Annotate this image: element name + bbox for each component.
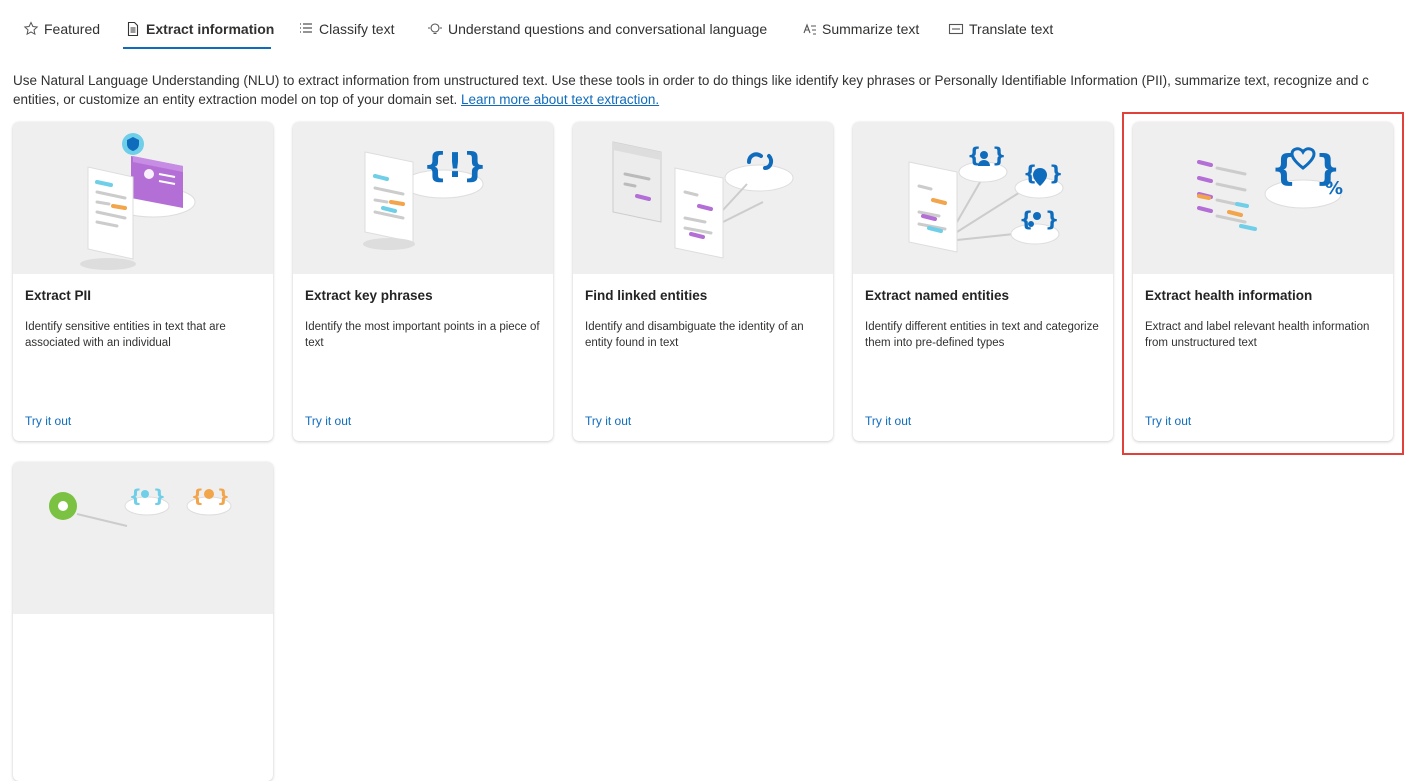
highlight-box bbox=[1122, 112, 1404, 455]
document-icon bbox=[127, 21, 139, 37]
card-title: Extract key phrases bbox=[305, 288, 433, 303]
svg-text:{: { bbox=[1019, 207, 1033, 231]
tab-label: Summarize text bbox=[822, 21, 920, 37]
svg-text:}: } bbox=[1045, 207, 1059, 231]
named-entities-illustration-icon: { } { } { } bbox=[908, 143, 1064, 253]
svg-text:{!}: {!} bbox=[423, 146, 487, 186]
intro-line-2: entities, or customize an entity extract… bbox=[13, 92, 458, 107]
card-partial[interactable]: { } { } bbox=[13, 462, 273, 781]
tab-understand-questions[interactable]: Understand questions and conversational … bbox=[427, 18, 767, 40]
tab-extract-information[interactable]: Extract information bbox=[125, 18, 274, 40]
list-icon bbox=[300, 23, 312, 33]
intro-line-1: Use Natural Language Understanding (NLU)… bbox=[13, 73, 1369, 88]
star-icon bbox=[23, 21, 39, 36]
key-phrases-illustration-icon: {!} bbox=[363, 146, 487, 250]
card-illustration: {!} bbox=[293, 122, 553, 274]
tab-summarize-text[interactable]: Summarize text bbox=[801, 18, 919, 40]
svg-text:}: } bbox=[992, 143, 1006, 167]
card-illustration bbox=[573, 122, 833, 274]
svg-text:}: } bbox=[217, 486, 230, 507]
tab-label: Classify text bbox=[319, 21, 395, 37]
card-description: Identify and disambiguate the identity o… bbox=[585, 321, 804, 349]
tab-featured[interactable]: Featured bbox=[23, 18, 100, 40]
active-tab-indicator bbox=[123, 47, 271, 49]
card-title: Extract named entities bbox=[865, 288, 1010, 303]
card-find-linked-entities[interactable]: Find linked entities Identify and disamb… bbox=[573, 122, 833, 441]
card-description: Identify the most important points in a … bbox=[305, 321, 540, 349]
try-it-out-link[interactable]: Try it out bbox=[585, 414, 631, 428]
try-it-out-link[interactable]: Try it out bbox=[305, 414, 351, 428]
card-title: Find linked entities bbox=[585, 288, 708, 303]
card-description: Identify different entities in text and … bbox=[865, 321, 1099, 349]
pii-illustration-icon bbox=[80, 133, 196, 270]
learn-more-link[interactable]: Learn more about text extraction. bbox=[461, 92, 659, 107]
try-it-out-link[interactable]: Try it out bbox=[865, 414, 911, 428]
intro-description: Use Natural Language Understanding (NLU)… bbox=[13, 71, 1411, 109]
card-illustration bbox=[13, 122, 273, 274]
card-description: Identify sensitive entities in text that… bbox=[25, 321, 226, 349]
svg-text:{: { bbox=[191, 486, 204, 507]
custom-entities-illustration-icon: { } { } bbox=[49, 486, 232, 527]
tab-bar: Featured Extract information Classify te… bbox=[0, 0, 1411, 52]
tab-label: Translate text bbox=[969, 21, 1054, 37]
tab-label: Featured bbox=[44, 21, 101, 37]
card-illustration: { } { } bbox=[13, 462, 273, 614]
svg-text:{: { bbox=[129, 486, 142, 507]
linked-entities-illustration-icon bbox=[612, 141, 794, 259]
svg-text:}: } bbox=[1049, 161, 1063, 185]
try-it-out-link[interactable]: Try it out bbox=[25, 414, 71, 428]
tab-label: Extract information bbox=[146, 21, 275, 37]
summarize-icon bbox=[803, 23, 816, 35]
translate-icon bbox=[948, 23, 964, 35]
card-extract-key-phrases[interactable]: {!} Extract key phrases Identify the mos… bbox=[293, 122, 553, 441]
chat-bulb-icon bbox=[428, 23, 442, 35]
tab-translate-text[interactable]: Translate text bbox=[948, 18, 1053, 40]
card-illustration: { } { } { } bbox=[853, 122, 1113, 274]
tab-label: Understand questions and conversational … bbox=[448, 21, 768, 37]
card-extract-pii[interactable]: Extract PII Identify sensitive entities … bbox=[13, 122, 273, 441]
card-title: Extract PII bbox=[25, 288, 92, 303]
tab-classify-text[interactable]: Classify text bbox=[298, 18, 394, 40]
svg-text:}: } bbox=[153, 486, 166, 507]
card-extract-named-entities[interactable]: { } { } { } Extract named entities Ident… bbox=[853, 122, 1113, 441]
